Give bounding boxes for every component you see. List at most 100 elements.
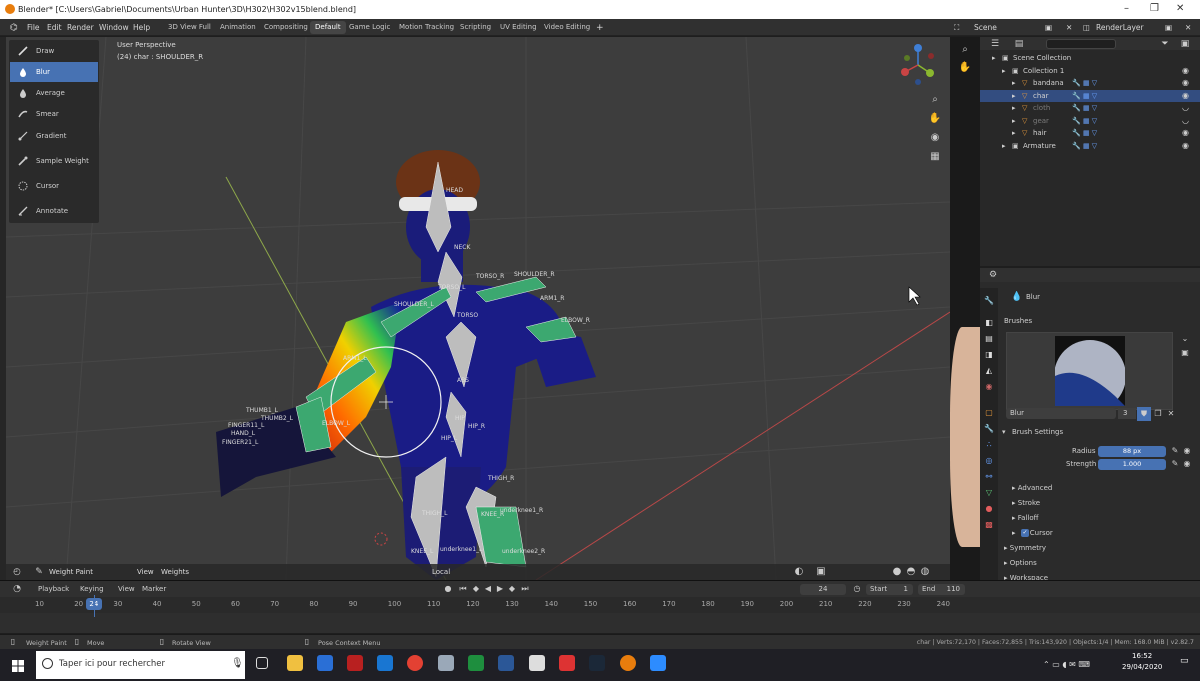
- file-explorer-icon[interactable]: [287, 655, 303, 671]
- display-mode-icon[interactable]: ▤: [1012, 37, 1026, 51]
- editor-type-icon[interactable]: ◴: [10, 565, 24, 579]
- tab-uv-editing[interactable]: UV Editing: [495, 21, 542, 34]
- expand-arrow-icon[interactable]: ▸: [1012, 104, 1016, 112]
- expand-arrow-icon[interactable]: ▸: [1012, 117, 1016, 125]
- preview-range-icon[interactable]: ◷: [850, 582, 864, 596]
- view-layer-delete-icon[interactable]: ✕: [1185, 23, 1191, 32]
- zoom-app-icon[interactable]: [650, 655, 666, 671]
- data-tab-icon[interactable]: ▽: [982, 486, 996, 500]
- radius-pressure-icon[interactable]: ◉: [1180, 444, 1194, 458]
- overlay-icon[interactable]: ◐: [792, 565, 806, 579]
- modifier-icons[interactable]: 🔧 ▦ ▽: [1072, 142, 1097, 150]
- current-frame-field[interactable]: 24: [800, 584, 846, 595]
- ortho-grid-icon[interactable]: ▦: [928, 150, 942, 164]
- material-shading-icon[interactable]: ◓: [904, 565, 918, 579]
- blender-taskbar-icon[interactable]: [620, 655, 636, 671]
- xray-icon[interactable]: ▣: [814, 565, 828, 579]
- menu-help[interactable]: Help: [133, 23, 150, 32]
- tab-3d-view-full[interactable]: 3D View Full: [163, 21, 216, 34]
- task-view-icon[interactable]: [256, 657, 268, 669]
- modifier-icons[interactable]: 🔧 ▦ ▽: [1072, 79, 1097, 87]
- brush-users-count[interactable]: 3: [1118, 408, 1136, 419]
- filter-icon[interactable]: ⏷: [1158, 37, 1172, 51]
- texture-tab-icon[interactable]: ▩: [982, 518, 996, 532]
- expand-brush-settings-icon[interactable]: ▾: [1002, 428, 1006, 436]
- panel-symmetry[interactable]: ▸ Symmetry: [1004, 544, 1046, 552]
- menu-window[interactable]: Window: [99, 23, 129, 32]
- strength-pressure-icon[interactable]: ◉: [1180, 457, 1194, 471]
- timeline-track-area[interactable]: [0, 613, 1200, 633]
- app-icon[interactable]: [438, 655, 454, 671]
- taskbar-search-box[interactable]: Taper ici pour rechercher 🎙: [36, 651, 245, 679]
- tab-scripting[interactable]: Scripting: [455, 21, 496, 34]
- tool-cursor[interactable]: Cursor: [10, 176, 98, 196]
- physics-tab-icon[interactable]: ◎: [982, 454, 996, 468]
- tool-draw[interactable]: Draw: [10, 41, 98, 61]
- outliner-search-input[interactable]: [1046, 39, 1116, 49]
- menu-weights[interactable]: Weights: [161, 568, 189, 576]
- unlink-brush-icon[interactable]: ✕: [1164, 407, 1178, 421]
- subpanel-advanced[interactable]: ▸ Advanced: [1012, 484, 1052, 492]
- cursor-checkbox[interactable]: ✓: [1021, 529, 1029, 537]
- view-layer-icon[interactable]: ◫: [1083, 23, 1090, 32]
- tool-blur[interactable]: Blur: [10, 62, 98, 82]
- visibility-eye-icon[interactable]: ◉: [1182, 141, 1189, 150]
- start-frame-field[interactable]: Start 1: [866, 584, 913, 595]
- outliner-editor-icon[interactable]: ☰: [988, 37, 1002, 51]
- expand-arrow-icon[interactable]: ▸: [1002, 67, 1006, 75]
- visibility-eye-icon[interactable]: ◡: [1182, 103, 1189, 112]
- tool-sample-weight[interactable]: Sample Weight: [10, 151, 98, 171]
- subpanel-stroke[interactable]: ▸ Stroke: [1012, 499, 1040, 507]
- solid-shading-icon[interactable]: ●: [890, 565, 904, 579]
- constraints-tab-icon[interactable]: ⚯: [982, 470, 996, 484]
- outliner-row[interactable]: ▸ ▽ bandana 🔧 ▦ ▽ ◉: [980, 77, 1200, 89]
- x-axis-icon[interactable]: [901, 68, 909, 76]
- outliner-row[interactable]: ▸ ▣ Scene Collection: [980, 52, 1200, 64]
- tool-smear[interactable]: Smear: [10, 104, 98, 124]
- output-tab-icon[interactable]: ▤: [982, 332, 996, 346]
- outliner-row[interactable]: ▸ ▽ char 🔧 ▦ ▽ ◉: [980, 89, 1200, 102]
- menu-render[interactable]: Render: [67, 23, 94, 32]
- visibility-eye-icon[interactable]: ◉: [1182, 128, 1189, 137]
- strength-slider[interactable]: 1.000: [1098, 459, 1166, 470]
- pan-hand-icon[interactable]: ✋: [928, 112, 942, 126]
- outliner-row[interactable]: ▸ ▣ Armature 🔧 ▦ ▽ ◉: [980, 140, 1200, 152]
- brush-preview-box[interactable]: [1006, 332, 1173, 410]
- brush-image-icon[interactable]: ▣: [1178, 346, 1192, 360]
- modifier-icons[interactable]: 🔧 ▦ ▽: [1072, 129, 1097, 137]
- menu-keying[interactable]: Keying: [80, 585, 104, 593]
- zoom-icon[interactable]: ⌕: [928, 93, 942, 107]
- tray-icons[interactable]: ⌃ ▭ ◖ ✉ ⌨: [1043, 660, 1090, 669]
- scene-tab-icon[interactable]: ◭: [982, 364, 996, 378]
- tool-tab-icon[interactable]: 🔧: [982, 294, 996, 308]
- playhead-line[interactable]: [93, 595, 95, 617]
- windows-start-icon[interactable]: [12, 660, 24, 672]
- material-tab-icon[interactable]: ●: [982, 502, 996, 516]
- menu-view[interactable]: View: [118, 585, 135, 593]
- zoom-icon[interactable]: ⌕: [958, 43, 972, 57]
- next-keyframe-icon[interactable]: ◆: [505, 582, 519, 596]
- notification-icon[interactable]: ▭: [1180, 656, 1189, 666]
- app-icon[interactable]: [529, 655, 545, 671]
- outliner-row[interactable]: ▸ ▽ hair 🔧 ▦ ▽ ◉: [980, 127, 1200, 139]
- 3d-viewport[interactable]: HEAD NECK TORSO_L TORSO_R SHOULDER_R SHO…: [6, 37, 950, 580]
- brush-preview-dropdown-icon[interactable]: ⌄: [1178, 332, 1192, 346]
- scene-name[interactable]: Scene: [974, 23, 997, 32]
- modifier-icons[interactable]: 🔧 ▦ ▽: [1072, 92, 1097, 100]
- tab-compositing[interactable]: Compositing: [259, 21, 313, 34]
- steam-icon[interactable]: [589, 655, 605, 671]
- new-collection-icon[interactable]: ▣: [1178, 37, 1192, 51]
- rendered-shading-icon[interactable]: ◍: [918, 565, 932, 579]
- close-icon[interactable]: ✕: [1176, 3, 1184, 14]
- tool-average[interactable]: Average: [10, 83, 98, 103]
- app-icon[interactable]: [347, 655, 363, 671]
- minimize-icon[interactable]: –: [1124, 3, 1129, 14]
- mail-icon[interactable]: [377, 655, 393, 671]
- expand-arrow-icon[interactable]: ▸: [1012, 79, 1016, 87]
- tab-game-logic[interactable]: Game Logic: [344, 21, 395, 34]
- end-frame-field[interactable]: End 110: [918, 584, 965, 595]
- app-icon[interactable]: [559, 655, 575, 671]
- tool-gradient[interactable]: Gradient: [10, 126, 98, 146]
- add-workspace-icon[interactable]: +: [596, 23, 604, 33]
- visibility-eye-icon[interactable]: ◉: [1182, 66, 1189, 75]
